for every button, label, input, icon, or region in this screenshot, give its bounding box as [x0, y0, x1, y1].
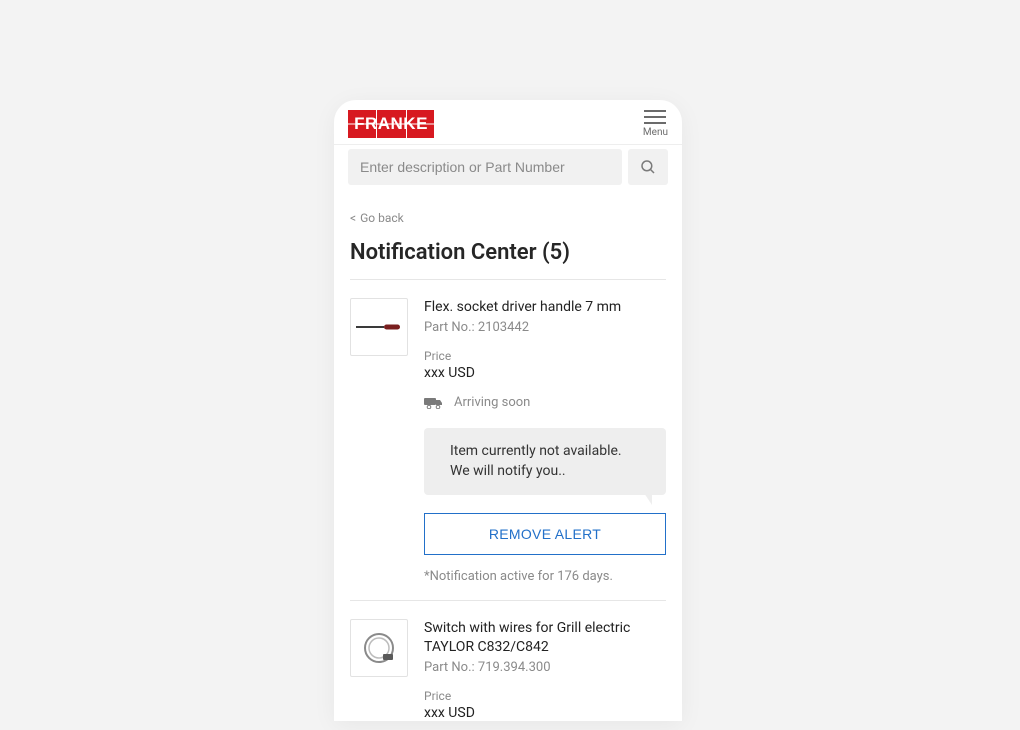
go-back-label: Go back [360, 211, 404, 225]
switch-part-icon [359, 628, 399, 668]
part-number: Part No.: 719.394.300 [424, 660, 666, 675]
notification-item: Switch with wires for Grill electric TAY… [350, 601, 666, 720]
mobile-frame: FRANKE Menu < Go back Notification Center… [334, 100, 682, 721]
bubble-line: We will notify you.. [450, 462, 644, 482]
product-thumbnail[interactable] [350, 298, 408, 356]
search-icon [639, 158, 657, 176]
price-value: xxx USD [424, 705, 666, 721]
price-value: xxx USD [424, 365, 666, 381]
brand-logo[interactable]: FRANKE [348, 110, 434, 138]
app-header: FRANKE Menu [334, 100, 682, 145]
chevron-left-icon: < [350, 211, 356, 225]
product-thumbnail[interactable] [350, 619, 408, 677]
price-label: Price [424, 349, 666, 363]
product-details: Flex. socket driver handle 7 mm Part No.… [424, 298, 666, 584]
page-title: Notification Center (5) [350, 240, 666, 265]
arriving-row: Arriving soon [424, 395, 666, 410]
search-input[interactable] [348, 149, 622, 185]
product-title: Switch with wires for Grill electric TAY… [424, 619, 666, 655]
remove-alert-button[interactable]: REMOVE ALERT [424, 513, 666, 555]
search-button[interactable] [628, 149, 668, 185]
hamburger-icon [644, 110, 666, 124]
price-label: Price [424, 689, 666, 703]
bubble-line: Item currently not available. [450, 442, 644, 462]
search-bar [334, 145, 682, 195]
part-number: Part No.: 2103442 [424, 320, 666, 335]
go-back-link[interactable]: < Go back [350, 211, 404, 225]
truck-icon [424, 397, 444, 409]
brand-text: FRANKE [354, 114, 428, 134]
arriving-text: Arriving soon [454, 395, 530, 410]
menu-button[interactable]: Menu [643, 110, 668, 138]
notification-bubble: Item currently not available. We will no… [424, 428, 666, 495]
menu-label: Menu [643, 127, 668, 138]
page-content: < Go back Notification Center (5) Flex. s… [334, 195, 682, 721]
notification-footnote: *Notification active for 176 days. [424, 569, 666, 584]
product-title: Flex. socket driver handle 7 mm [424, 298, 666, 316]
product-details: Switch with wires for Grill electric TAY… [424, 619, 666, 720]
notification-item: Flex. socket driver handle 7 mm Part No.… [350, 280, 666, 584]
screwdriver-icon [356, 324, 402, 330]
